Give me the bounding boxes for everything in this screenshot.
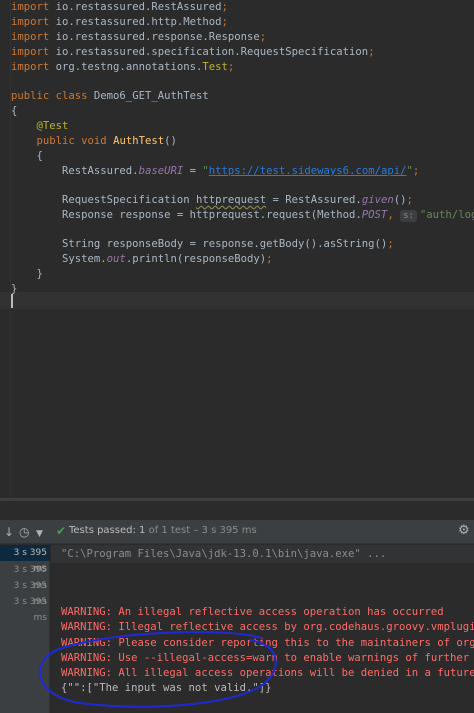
console-warning: WARNING: Use --illegal-access=warn to en… (61, 652, 470, 664)
console-warning: WARNING: An illegal reflective access op… (61, 606, 444, 618)
code-line-method-decl[interactable]: public void AuthTest() (11, 134, 177, 149)
code-token: } (11, 268, 43, 280)
code-line-import-test[interactable]: import org.testng.annotations.Test; (11, 60, 234, 75)
code-token: POST (361, 209, 388, 221)
code-token: ; (412, 165, 420, 177)
code-line-class-decl[interactable]: public class Demo6_GET_AuthTest (11, 89, 209, 104)
code-token: , (387, 209, 401, 221)
code-editor[interactable]: import io.restassured.RestAssured; import… (0, 0, 474, 498)
code-token: out (106, 253, 126, 265)
code-token: Demo6_GET_AuthTest (93, 90, 209, 102)
code-token: ; (227, 61, 235, 73)
code-token: ; (406, 194, 413, 206)
code-token: io.restassured.http.Method (55, 16, 222, 28)
test-time-row[interactable]: 3 s 395 ms (0, 562, 50, 591)
code-token: baseURI (138, 165, 184, 177)
code-token: ; (387, 238, 394, 250)
code-token: io.restassured.specification.RequestSpec… (55, 46, 369, 58)
current-line-highlight (0, 292, 474, 309)
panel-divider[interactable] (0, 498, 474, 501)
parameter-hint: s: (400, 210, 417, 222)
console-command: "C:\Program Files\Java\jdk-13.0.1\bin\ja… (61, 548, 387, 560)
chevron-down-icon[interactable]: ▼ (36, 527, 43, 541)
test-time-row[interactable]: 3 s 395 ms (0, 594, 50, 623)
test-status-label: Tests passed: (69, 525, 136, 536)
code-token: @Test (36, 120, 69, 132)
code-token: RestAssured. (11, 165, 139, 177)
code-line-method-open[interactable]: { (11, 149, 43, 164)
code-line-responsebody[interactable]: String responseBody = response.getBody()… (11, 237, 394, 252)
code-token: AuthTest (113, 135, 165, 147)
code-token: given (361, 194, 394, 206)
code-token: RequestSpecification (11, 194, 196, 206)
code-line-import-requestspec[interactable]: import io.restassured.specification.Requ… (11, 45, 375, 60)
code-token: import (11, 16, 56, 28)
code-token: = RestAssured. (266, 194, 362, 206)
code-line-method-close[interactable]: } (11, 267, 43, 282)
code-token: ; (368, 46, 375, 58)
run-panel: ↓ ◷ ▼ ✔ Tests passed: 1 of 1 test – 3 s … (0, 498, 474, 713)
console-output[interactable]: "C:\Program Files\Java\jdk-13.0.1\bin\ja… (51, 545, 474, 713)
console-warning: WARNING: Please consider reporting this … (61, 637, 474, 649)
code-token: = (183, 165, 203, 177)
code-token: Test (202, 61, 228, 73)
code-token: import (11, 46, 56, 58)
code-token: public class (11, 90, 94, 102)
code-token: { (11, 105, 18, 117)
console-warning: WARNING: Illegal reflective access by or… (61, 621, 474, 633)
clock-icon[interactable]: ◷ (19, 525, 29, 539)
code-token: ; (221, 16, 228, 28)
gear-icon[interactable]: ⚙ (458, 524, 470, 538)
test-status-detail: of 1 test – 3 s 395 ms (148, 525, 257, 536)
code-token: https://test.sideways6.com/api/ (208, 165, 407, 177)
code-token: Response response = httprequest.request(… (11, 209, 362, 221)
code-token: httprequest (195, 194, 267, 206)
code-line-response[interactable]: Response response = httprequest.request(… (11, 208, 474, 223)
test-status: Tests passed: 1 of 1 test – 3 s 395 ms (69, 525, 257, 536)
code-line-annotation-test[interactable]: @Test (11, 119, 69, 134)
console-output-line: {"":["The input was not valid."]} (61, 682, 272, 694)
text-caret (11, 294, 13, 308)
test-status-count: 1 (139, 525, 146, 536)
code-token: io.restassured.response.Response (55, 31, 260, 43)
code-line-class-open[interactable]: { (11, 104, 17, 119)
code-token: ; (266, 253, 273, 265)
code-token: org.testng.annotations. (55, 61, 203, 73)
run-toolbar: ↓ ◷ ▼ ✔ Tests passed: 1 of 1 test – 3 s … (0, 520, 474, 544)
code-token: io.restassured.RestAssured (55, 1, 222, 13)
code-token: ; (221, 1, 228, 13)
code-token: () (393, 194, 407, 206)
code-line-baseuri[interactable]: RestAssured.baseURI = "https://test.side… (11, 164, 419, 179)
code-token: "auth/login" (419, 209, 474, 221)
code-token: System. (11, 253, 107, 265)
code-token: { (11, 150, 43, 162)
code-token: public void (36, 135, 114, 147)
code-line-import-restassured[interactable]: import io.restassured.RestAssured; (11, 0, 228, 15)
code-token: String responseBody = response.getBody()… (11, 238, 388, 250)
code-token: import (11, 31, 56, 43)
code-line-import-response[interactable]: import io.restassured.response.Response; (11, 30, 266, 45)
code-token: ; (259, 31, 267, 43)
console-warning: WARNING: All illegal access operations w… (61, 667, 474, 679)
check-icon: ✔ (56, 524, 67, 538)
code-token: import (11, 1, 56, 13)
down-arrow-icon[interactable]: ↓ (4, 525, 14, 539)
test-tree: 3 s 395 ms 3 s 395 ms 3 s 395 ms 3 s 395… (0, 545, 50, 713)
code-line-import-method[interactable]: import io.restassured.http.Method; (11, 15, 228, 30)
code-token: .println(responseBody) (125, 253, 267, 265)
code-line-httprequest[interactable]: RequestSpecification httprequest = RestA… (11, 193, 413, 208)
test-time-row[interactable]: 3 s 395 ms (0, 578, 50, 607)
code-token: import (11, 61, 56, 73)
code-line-println[interactable]: System.out.println(responseBody); (11, 252, 273, 267)
code-token: () (164, 135, 177, 147)
test-time-row[interactable]: 3 s 395 ms (0, 545, 50, 574)
